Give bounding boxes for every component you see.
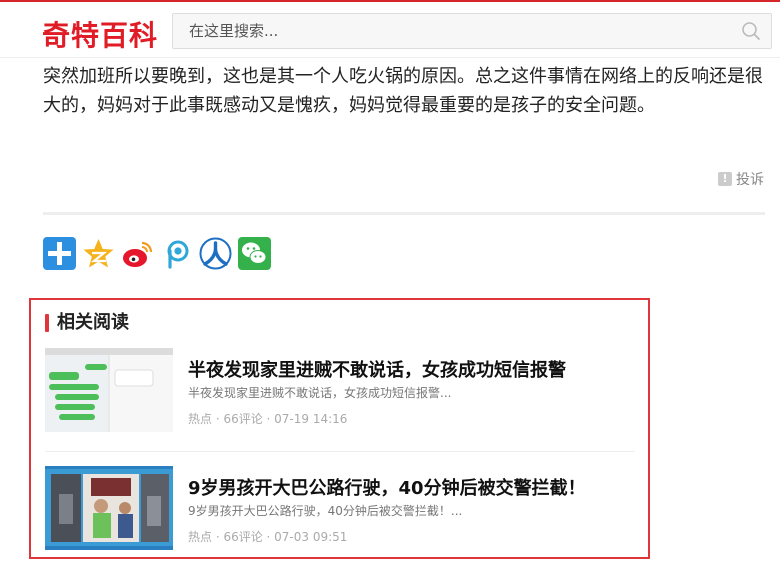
weibo-icon[interactable] (121, 237, 154, 270)
wechat-icon[interactable] (238, 237, 271, 270)
related-item-meta: 热点 · 66评论 · 07-03 09:51 (188, 530, 348, 544)
related-reading-panel: 相关阅读 半夜发现家里进贼不敢说话，女孩成功短信报警 半夜发现家里进贼不敢说话，… (29, 298, 650, 559)
search-box[interactable] (172, 13, 772, 49)
related-item-title[interactable]: 半夜发现家里进贼不敢说话，女孩成功短信报警 (188, 356, 566, 382)
exclamation-icon: ! (718, 172, 732, 186)
related-reading-title: 相关阅读 (45, 312, 129, 334)
related-item-title[interactable]: 9岁男孩开大巴公路行驶，40分钟后被交警拦截！ (188, 474, 586, 500)
section-divider (43, 212, 765, 215)
related-item-desc: 半夜发现家里进贼不敢说话，女孩成功短信报警... (188, 386, 452, 400)
article-thumbnail[interactable] (45, 348, 173, 432)
article-thumbnail[interactable] (45, 466, 173, 550)
complain-link[interactable]: ! 投诉 (718, 169, 764, 189)
search-input[interactable] (173, 14, 733, 48)
list-item[interactable]: 9岁男孩开大巴公路行驶，40分钟后被交警拦截！ 9岁男孩开大巴公路行驶，40分钟… (45, 466, 635, 562)
site-logo[interactable]: 奇特百科 (42, 14, 158, 54)
share-bar (43, 237, 271, 270)
related-item-meta: 热点 · 66评论 · 07-19 14:16 (188, 412, 348, 426)
qzone-star-icon[interactable] (82, 237, 115, 270)
article-text: 突然加班所以要晚到，这也是其一个人吃火锅的原因。总之这件事情在网络上的反响还是很… (43, 66, 763, 116)
site-header: 奇特百科 (0, 2, 780, 58)
related-item-desc: 9岁男孩开大巴公路行驶，40分钟后被交警拦截！... (188, 504, 463, 518)
search-icon[interactable] (741, 21, 761, 41)
list-item[interactable]: 半夜发现家里进贼不敢说话，女孩成功短信报警 半夜发现家里进贼不敢说话，女孩成功短… (45, 348, 635, 452)
complain-label: 投诉 (736, 172, 764, 188)
renren-icon[interactable] (199, 237, 232, 270)
p-share-icon[interactable] (160, 237, 193, 270)
plus-share-icon[interactable] (43, 237, 76, 270)
